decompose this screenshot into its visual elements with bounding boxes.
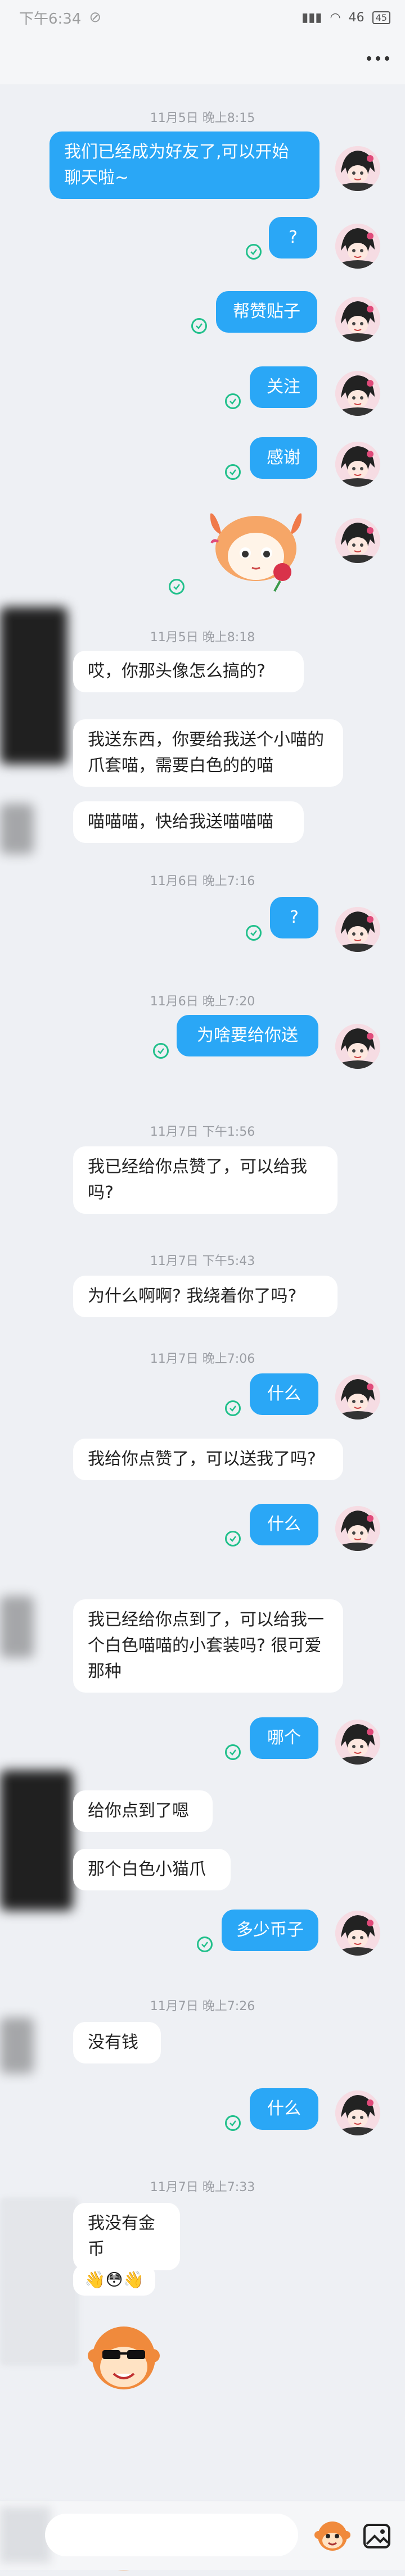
message-bubble-incoming[interactable]: 没有钱 <box>73 2022 161 2063</box>
anime-avatar-icon[interactable] <box>335 1506 380 1551</box>
message-input[interactable] <box>45 2514 298 2556</box>
timestamp: 11月7日 晚上7:06 <box>150 1352 255 1366</box>
anime-avatar-icon[interactable] <box>335 1911 380 1956</box>
anime-avatar-icon[interactable] <box>335 224 380 269</box>
message-bubble-outgoing[interactable]: 哪个 <box>250 1717 318 1759</box>
anime-avatar-icon[interactable] <box>335 1720 380 1765</box>
wifi-icon: ◠ <box>330 10 341 25</box>
emoji-message[interactable]: 👋😳👋 <box>73 2265 155 2296</box>
read-check-icon <box>197 1936 213 1952</box>
status-time: 下午6:34 <box>19 10 82 28</box>
message-bubble-incoming[interactable]: 我已经给你点赞了，可以给我吗? <box>73 1146 338 1214</box>
read-check-icon <box>153 1043 169 1059</box>
battery-icon: 45 <box>372 11 390 24</box>
message-bubble-outgoing[interactable]: ? <box>269 217 317 258</box>
message-bubble-incoming[interactable]: 那个白色小猫爪 <box>73 1849 231 1890</box>
read-check-icon <box>169 579 184 595</box>
message-bubble-outgoing[interactable]: 什么 <box>250 2088 318 2130</box>
image-icon[interactable] <box>361 2520 393 2552</box>
timestamp: 11月5日 晚上8:15 <box>150 111 255 125</box>
read-check-icon <box>225 2115 241 2131</box>
network-label: 46 <box>348 10 364 25</box>
message-bubble-incoming[interactable]: 我送东西，你要给我送个小喵的爪套喵，需要白色的的喵 <box>73 719 343 787</box>
blurred-contact-avatar <box>0 2017 34 2074</box>
message-bubble-outgoing[interactable]: 多少币子 <box>222 1910 318 1951</box>
message-bubble-incoming[interactable]: 喵喵喵，快给我送喵喵喵 <box>73 801 304 843</box>
anime-avatar-icon[interactable] <box>335 146 380 191</box>
anime-avatar-icon[interactable] <box>335 371 380 416</box>
message-bubble-outgoing[interactable]: ? <box>270 897 318 938</box>
message-bubble-incoming[interactable]: 我没有金币 <box>73 2203 180 2270</box>
blurred-contact-avatar <box>0 1770 73 1911</box>
chat-header <box>0 35 405 84</box>
timestamp: 11月7日 晚上7:26 <box>150 1999 255 2013</box>
read-check-icon <box>225 1744 241 1760</box>
message-bubble-outgoing[interactable]: 帮赞贴子 <box>216 291 317 333</box>
message-bubble-outgoing[interactable]: 我们已经成为好友了,可以开始聊天啦~ <box>50 131 320 199</box>
cat-girl-sticker[interactable] <box>208 509 304 593</box>
blurred-left-control <box>0 2507 51 2563</box>
timestamp: 11月6日 晚上7:16 <box>150 874 255 888</box>
anime-avatar-icon[interactable] <box>335 297 380 342</box>
anime-avatar-icon[interactable] <box>335 518 380 563</box>
more-dots-icon[interactable] <box>361 47 395 70</box>
message-bubble-outgoing[interactable]: 感谢 <box>250 437 317 479</box>
message-bubble-incoming[interactable]: 为什么啊啊? 我绕着你了吗? <box>73 1276 338 1317</box>
anime-avatar-icon[interactable] <box>335 1024 380 1069</box>
timestamp: 11月7日 下午1:56 <box>150 1125 255 1139</box>
status-left: 下午6:34 ⊘ <box>19 7 101 28</box>
anime-avatar-icon[interactable] <box>335 1375 380 1419</box>
message-bubble-outgoing[interactable]: 为啥要给你送 <box>177 1015 318 1056</box>
message-bubble-incoming[interactable]: 我给你点赞了，可以送我了吗? <box>73 1439 343 1480</box>
read-check-icon <box>225 393 241 409</box>
read-check-icon <box>225 1400 241 1416</box>
message-bubble-incoming[interactable]: 给你点到了嗯 <box>73 1790 213 1832</box>
emoji-sticker-icon[interactable] <box>313 2516 352 2555</box>
message-bubble-outgoing[interactable]: 什么 <box>250 1504 318 1545</box>
input-bar <box>0 2501 405 2570</box>
message-bubble-incoming[interactable]: 哎，你那头像怎么搞的? <box>73 651 304 692</box>
message-bubble-outgoing[interactable]: 什么 <box>250 1373 318 1415</box>
read-check-icon <box>225 1531 241 1546</box>
message-bubble-incoming[interactable]: 我已经给你点到了，可以给我一个白色喵喵的小套装吗? 很可爱那种 <box>73 1599 343 1693</box>
read-check-icon <box>246 925 262 941</box>
signal-icon: ▮▮▮ <box>302 10 322 25</box>
message-bubble-outgoing[interactable]: 关注 <box>250 366 317 408</box>
timestamp: 11月6日 晚上7:20 <box>150 995 255 1009</box>
read-check-icon <box>191 318 207 334</box>
status-bar: 下午6:34 ⊘ ▮▮▮ ◠ 46 45 <box>0 0 405 35</box>
blurred-contact-avatar <box>0 1596 34 1658</box>
timestamp: 11月7日 下午5:43 <box>150 1254 255 1268</box>
read-check-icon <box>246 244 262 260</box>
anime-avatar-icon[interactable] <box>335 907 380 952</box>
status-right: ▮▮▮ ◠ 46 45 <box>302 11 390 25</box>
blurred-contact-avatar <box>0 2197 79 2366</box>
read-check-icon <box>225 464 241 480</box>
monkey-sunglasses-sticker[interactable] <box>84 2321 163 2394</box>
timestamp: 11月5日 晚上8:18 <box>150 631 255 645</box>
blurred-contact-avatar <box>0 804 34 854</box>
anime-avatar-icon[interactable] <box>335 442 380 487</box>
status-indicator-icon: ⊘ <box>89 9 102 26</box>
anime-avatar-icon[interactable] <box>335 2090 380 2135</box>
timestamp: 11月7日 晚上7:33 <box>150 2180 255 2194</box>
